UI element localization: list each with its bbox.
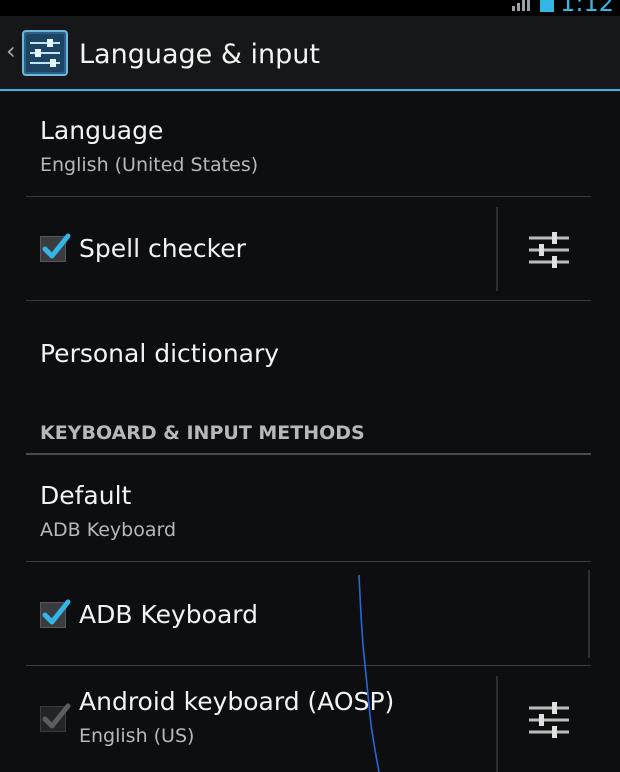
spell-checker-checkbox[interactable] <box>40 233 71 262</box>
page-title: Language & input <box>79 39 320 70</box>
adb-keyboard-checkbox[interactable] <box>40 599 71 628</box>
checkmark-icon <box>42 599 71 625</box>
language-summary: English (United States) <box>40 154 259 176</box>
section-header: KEYBOARD & INPUT METHODS <box>40 422 365 444</box>
personal-dictionary-title: Personal dictionary <box>40 339 280 368</box>
checkmark-icon <box>42 703 71 729</box>
spell-checker-settings-button[interactable] <box>527 228 571 272</box>
checkmark-icon <box>42 233 71 259</box>
adb-keyboard-item[interactable]: ADB Keyboard <box>0 562 620 665</box>
default-title: Default <box>40 481 132 510</box>
settings-app-icon[interactable] <box>22 30 68 76</box>
android-keyboard-title: Android keyboard (AOSP) <box>79 687 395 716</box>
language-item[interactable]: Language English (United States) <box>0 92 620 196</box>
sliders-icon <box>529 232 569 268</box>
spell-checker-title: Spell checker <box>79 234 246 263</box>
language-title: Language <box>40 116 164 145</box>
signal-icon <box>512 0 534 11</box>
android-keyboard-settings-button[interactable] <box>527 698 571 742</box>
touch-trace-line <box>358 575 380 772</box>
section-divider <box>26 453 591 455</box>
action-bar: ‹ Language & input <box>0 16 620 91</box>
sliders-icon <box>529 702 569 738</box>
default-summary: ADB Keyboard <box>40 519 177 541</box>
adb-keyboard-title: ADB Keyboard <box>79 600 258 629</box>
personal-dictionary-item[interactable]: Personal dictionary <box>0 301 620 405</box>
status-icons: 1:12 <box>512 0 614 15</box>
android-keyboard-checkbox[interactable] <box>40 703 71 732</box>
vertical-separator <box>588 570 590 658</box>
battery-icon <box>540 0 555 12</box>
default-keyboard-item[interactable]: Default ADB Keyboard <box>0 456 620 561</box>
android-keyboard-summary: English (US) <box>79 725 195 747</box>
status-bar: 1:12 <box>0 0 620 16</box>
spell-checker-item[interactable]: Spell checker <box>0 197 620 300</box>
vertical-separator <box>496 207 498 291</box>
up-caret-icon[interactable]: ‹ <box>6 38 16 64</box>
vertical-separator <box>496 676 498 772</box>
android-keyboard-item[interactable]: Android keyboard (AOSP) English (US) <box>0 666 620 772</box>
status-clock: 1:12 <box>560 0 614 17</box>
